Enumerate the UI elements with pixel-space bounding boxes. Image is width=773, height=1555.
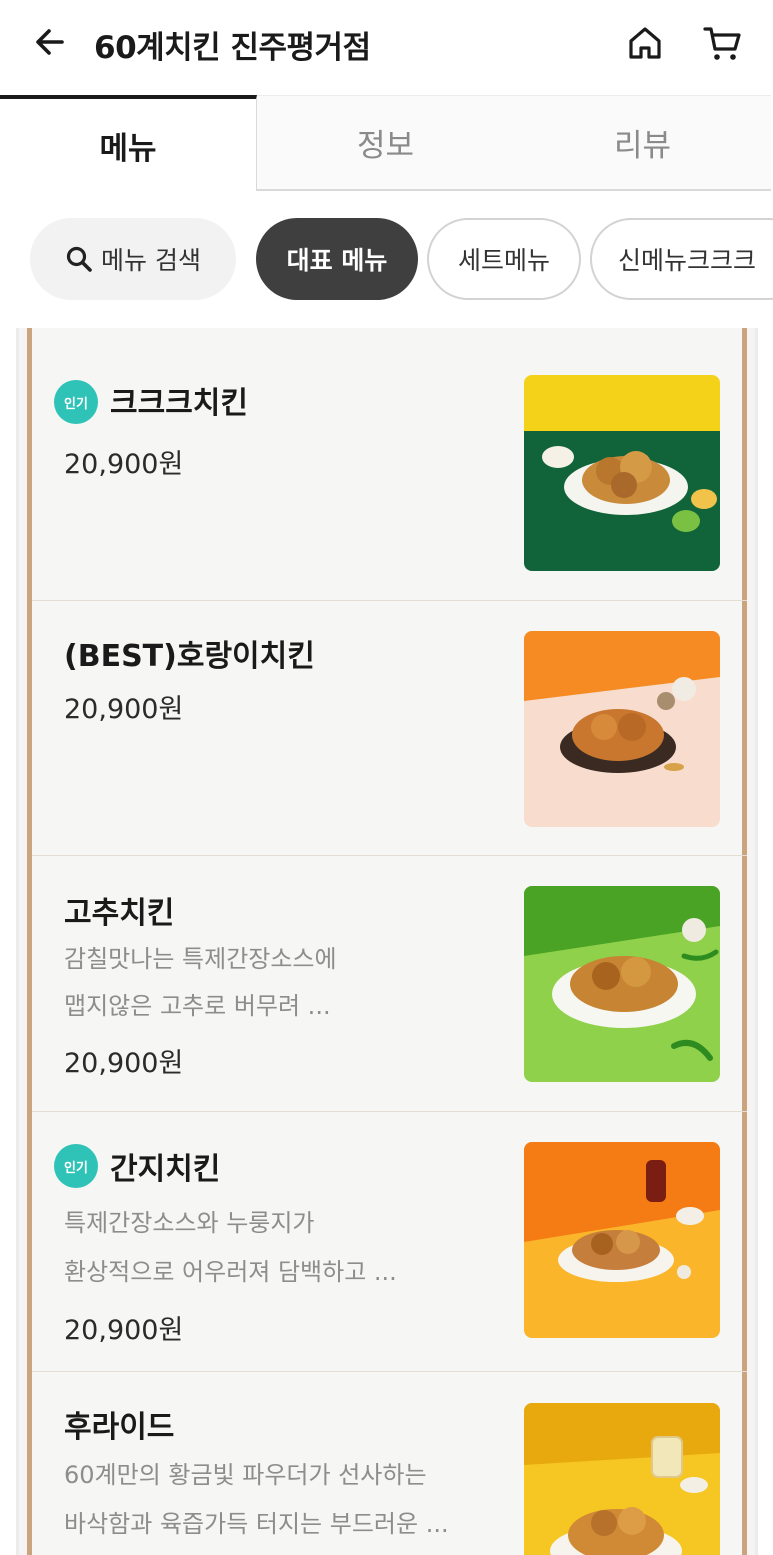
menu-item-description-line: 60계만의 황금빛 파우더가 선사하는 (64, 1461, 427, 1489)
cart-button[interactable] (700, 20, 746, 66)
menu-item-image (524, 886, 720, 1082)
store-title: 60계치킨 진주평거점 (94, 30, 371, 66)
menu-item-image (524, 375, 720, 571)
menu-item-description-line: 맵지않은 고추로 버무려 ... (64, 992, 331, 1020)
menu-item-kkk-chicken[interactable]: 인기 크크크치킨 20,900원 (32, 328, 747, 601)
menu-item-description-line: 특제간장소스와 누룽지가 (64, 1209, 315, 1237)
menu-item-image (524, 1142, 720, 1338)
home-icon (629, 27, 661, 59)
menu-item-price: 20,900원 (64, 1048, 184, 1079)
popular-badge: 인기 (54, 380, 98, 424)
cart-icon (703, 27, 741, 60)
chip-new-menu[interactable]: 신메뉴크크크 (590, 218, 773, 300)
chip-signature-menu[interactable]: 대표 메뉴 (256, 218, 418, 300)
menu-item-name: 간지치킨 (110, 1152, 221, 1187)
menu-item-description-line: 바삭함과 육즙가득 터지는 부드러운 ... (64, 1510, 449, 1538)
app-header: 60계치킨 진주평거점 (0, 0, 773, 86)
menu-item-price: 20,900원 (64, 1315, 184, 1346)
popular-badge: 인기 (54, 1144, 98, 1188)
menu-item-price: 20,900원 (64, 694, 184, 725)
category-chips: 메뉴 검색 대표 메뉴 세트메뉴 신메뉴크크크 (0, 218, 773, 302)
arrow-left-icon (36, 29, 64, 55)
menu-item-image (524, 1403, 720, 1555)
menu-item-price: 20,900원 (64, 449, 184, 480)
menu-item-name: (BEST)호랑이치킨 (64, 639, 315, 674)
tab-bar: 메뉴 정보 리뷰 (0, 95, 773, 191)
menu-search-label: 메뉴 검색 (101, 246, 201, 275)
search-icon (66, 246, 92, 272)
menu-item-name: 후라이드 (64, 1410, 175, 1445)
tab-menu[interactable]: 메뉴 (0, 95, 257, 191)
chip-set-menu[interactable]: 세트메뉴 (427, 218, 581, 300)
menu-item-image (524, 631, 720, 827)
menu-item-pepper-chicken[interactable]: 고추치킨 감칠맛나는 특제간장소스에 맵지않은 고추로 버무려 ... 20,9… (32, 856, 747, 1112)
menu-item-name: 고추치킨 (64, 896, 175, 931)
menu-item-fried-chicken[interactable]: 후라이드 60계만의 황금빛 파우더가 선사하는 바삭함과 육즙가득 터지는 부… (32, 1372, 747, 1555)
menu-item-description-line: 감칠맛나는 특제간장소스에 (64, 945, 337, 973)
menu-item-description-line: 환상적으로 어우러져 담백하고 ... (64, 1258, 397, 1286)
back-button[interactable] (28, 20, 72, 64)
tab-info[interactable]: 정보 (257, 95, 514, 191)
home-button[interactable] (622, 20, 668, 66)
menu-item-ganji-chicken[interactable]: 인기 간지치킨 특제간장소스와 누룽지가 환상적으로 어우러져 담백하고 ...… (32, 1112, 747, 1372)
tab-reviews[interactable]: 리뷰 (514, 95, 771, 191)
menu-item-tiger-chicken[interactable]: (BEST)호랑이치킨 20,900원 (32, 601, 747, 856)
menu-list-frame: 인기 크크크치킨 20,900원 (BEST)호랑이치킨 20,900원 고추치… (16, 328, 758, 1555)
menu-item-name: 크크크치킨 (110, 386, 248, 421)
menu-search-button[interactable]: 메뉴 검색 (30, 218, 236, 300)
